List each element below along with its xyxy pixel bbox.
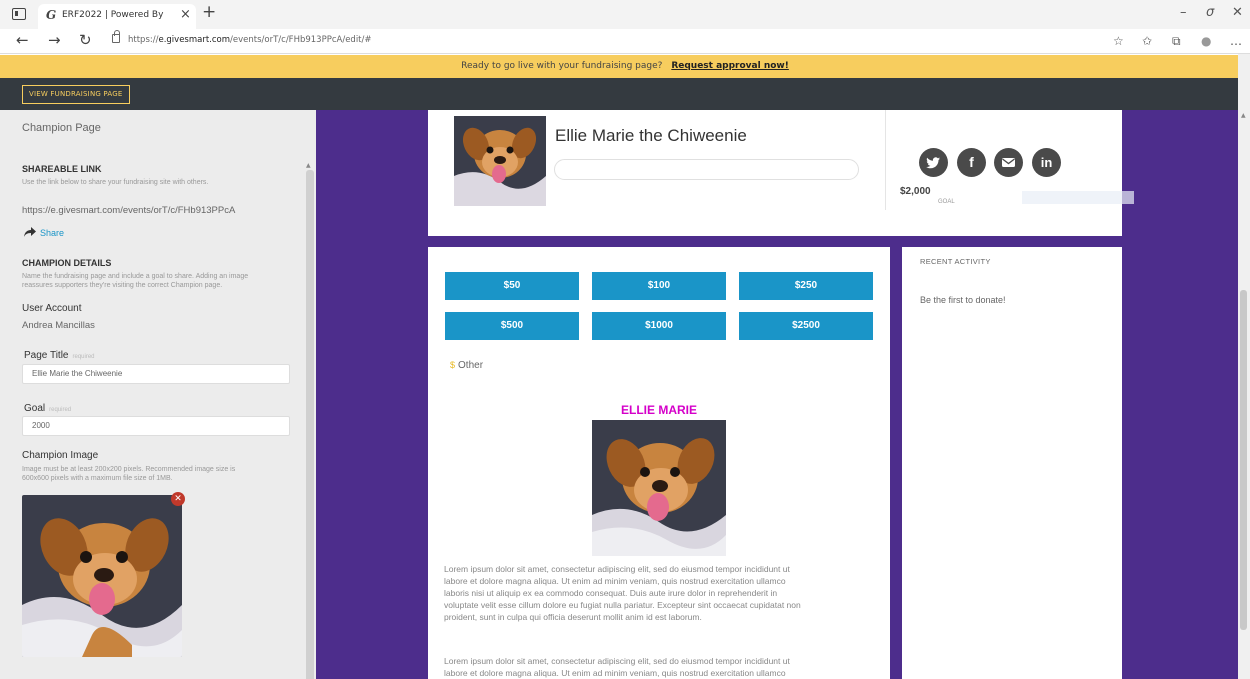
story-paragraph-2: Lorem ipsum dolor sit amet, consectetur …: [444, 656, 790, 678]
more-menu-icon[interactable]: …: [1230, 34, 1242, 48]
email-icon[interactable]: [994, 148, 1023, 177]
donate-1000-button[interactable]: $1000: [592, 312, 726, 340]
panel-scrollbar[interactable]: [306, 170, 314, 679]
browser-tab[interactable]: G ERF2022 | Powered By ×: [38, 4, 196, 29]
recent-activity-title: RECENT ACTIVITY: [920, 257, 991, 266]
shareable-link-heading: SHAREABLE LINK: [22, 164, 102, 174]
ghost-overlay-button: [1022, 191, 1134, 204]
browser-toolbar: ← → ↻ https://e.givesmart.com/events/orT…: [0, 29, 1250, 54]
panel-scroll-up-icon[interactable]: ▲: [306, 162, 311, 169]
image-desc-line2: 600x600 pixels with a maximum file size …: [22, 475, 173, 482]
shareable-url[interactable]: https://e.givesmart.com/events/orT/c/FHb…: [22, 205, 235, 216]
page-scrollbar[interactable]: ▲: [1238, 110, 1250, 679]
reload-icon[interactable]: ↻: [79, 31, 92, 49]
section-title: Champion Page: [22, 122, 101, 134]
page-scroll-thumb[interactable]: [1240, 290, 1247, 630]
champion-profile-image: [454, 116, 546, 206]
user-account-value: Andrea Mancillas: [22, 320, 95, 331]
story-title: ELLIE MARIE: [620, 403, 697, 417]
approval-banner: Ready to go live with your fundraising p…: [0, 55, 1250, 78]
forward-icon[interactable]: →: [48, 31, 61, 49]
donate-50-button[interactable]: $50: [445, 272, 579, 300]
other-amount-option[interactable]: $ Other: [450, 360, 483, 371]
champion-header-card: Ellie Marie the Chiweenie $2,000 GOAL f …: [428, 110, 1134, 236]
share-icon[interactable]: [24, 227, 36, 237]
champion-name: Ellie Marie the Chiweenie: [555, 126, 747, 145]
page-scroll-track-top: [1238, 54, 1250, 110]
story-paragraph-1: Lorem ipsum dolor sit amet, consectetur …: [444, 564, 801, 622]
remove-image-icon[interactable]: ✕: [171, 492, 185, 506]
goal-caption: GOAL: [938, 199, 955, 205]
restore-icon[interactable]: σ: [1206, 5, 1214, 20]
details-desc-line2: reassures supporters they're visiting th…: [22, 282, 223, 289]
champion-details-heading: CHAMPION DETAILS: [22, 258, 112, 268]
collections-icon[interactable]: ⧉: [1172, 34, 1181, 49]
lock-icon: [112, 30, 120, 43]
recent-activity-empty: Be the first to donate!: [920, 295, 1006, 305]
minimize-icon[interactable]: –: [1180, 5, 1187, 20]
address-bar[interactable]: https://e.givesmart.com/events/orT/c/FHb…: [128, 35, 372, 45]
champion-image-label: Champion Image: [22, 450, 99, 461]
read-aloud-icon[interactable]: ☆: [1113, 34, 1124, 48]
linkedin-icon[interactable]: in: [1032, 148, 1061, 177]
donate-100-button[interactable]: $100: [592, 272, 726, 300]
new-tab-icon[interactable]: +: [202, 2, 216, 22]
profile-avatar-icon[interactable]: ●: [1201, 34, 1211, 48]
donate-500-button[interactable]: $500: [445, 312, 579, 340]
shareable-link-desc: Use the link below to share your fundrai…: [22, 179, 209, 186]
donation-card: $50 $100 $250 $500 $1000 $2500 $ Other EL…: [428, 247, 890, 679]
image-desc-line1: Image must be at least 200x200 pixels. R…: [22, 466, 236, 473]
coin-icon: $: [450, 360, 456, 370]
header-divider: [885, 110, 886, 210]
page-title-input[interactable]: Ellie Marie the Chiweenie: [22, 364, 290, 384]
donate-2500-button[interactable]: $2500: [739, 312, 873, 340]
champion-image-preview: [22, 495, 182, 657]
facebook-icon[interactable]: f: [957, 148, 986, 177]
admin-topbar: VIEW FUNDRAISING PAGE: [0, 78, 1250, 110]
request-approval-link[interactable]: Request approval now!: [671, 61, 789, 71]
twitter-icon[interactable]: [919, 148, 948, 177]
recent-activity-card: RECENT ACTIVITY Be the first to donate!: [902, 247, 1122, 679]
window-close-icon[interactable]: ✕: [1232, 5, 1243, 20]
tab-actions-icon[interactable]: [12, 8, 26, 20]
page-title-label: Page Title required: [24, 350, 95, 361]
goal-amount: $2,000: [900, 186, 931, 197]
favorites-icon[interactable]: ✩: [1142, 34, 1152, 48]
browser-tabbar: G ERF2022 | Powered By × + – σ ✕: [0, 0, 1250, 29]
user-account-label: User Account: [22, 303, 82, 314]
banner-text: Ready to go live with your fundraising p…: [461, 61, 663, 71]
story-image: [592, 420, 726, 556]
donate-250-button[interactable]: $250: [739, 272, 873, 300]
champion-settings-panel: Champion Page SHAREABLE LINK Use the lin…: [0, 110, 316, 679]
goal-label: Goal required: [24, 403, 72, 414]
fundraising-preview: Ellie Marie the Chiweenie $2,000 GOAL f …: [316, 110, 1238, 679]
tab-favicon-icon: G: [46, 8, 57, 22]
details-desc-line1: Name the fundraising page and include a …: [22, 273, 249, 280]
back-icon[interactable]: ←: [16, 31, 29, 49]
goal-progress-bar: [554, 159, 859, 180]
tab-close-icon[interactable]: ×: [180, 7, 191, 22]
goal-input[interactable]: 2000: [22, 416, 290, 436]
tab-title: ERF2022 | Powered By: [62, 10, 164, 20]
view-fundraising-page-button[interactable]: VIEW FUNDRAISING PAGE: [22, 85, 130, 104]
share-link[interactable]: Share: [40, 228, 64, 238]
scroll-up-icon[interactable]: ▲: [1241, 112, 1246, 119]
